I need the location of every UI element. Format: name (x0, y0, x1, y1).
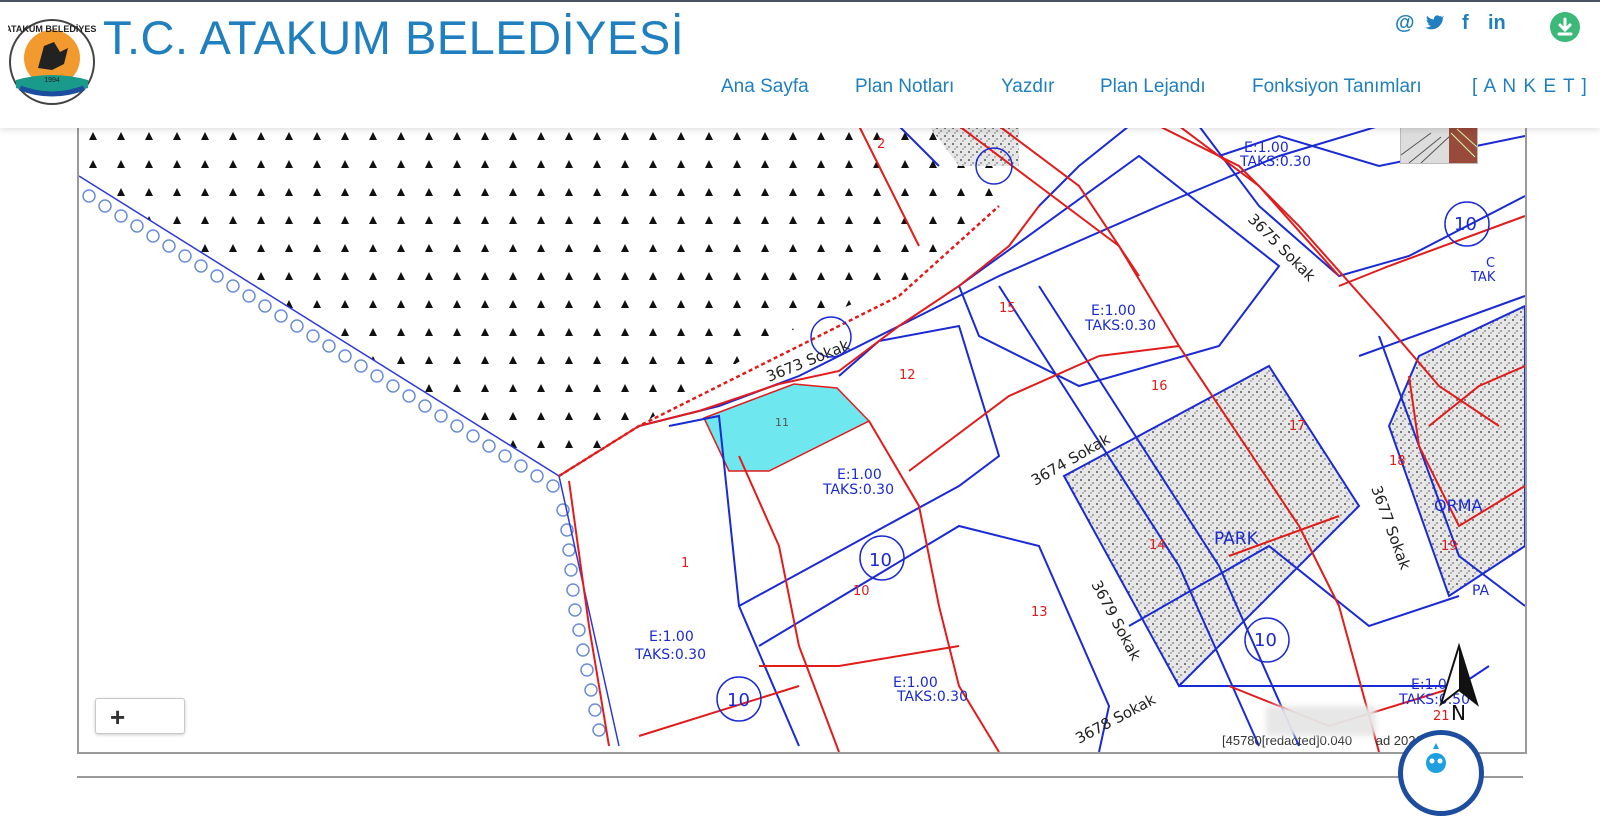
svg-text:2: 2 (877, 137, 885, 152)
svg-text:13: 13 (1031, 605, 1048, 620)
svg-text:15: 15 (999, 301, 1016, 316)
svg-text:18: 18 (1389, 454, 1406, 469)
svg-text:N: N (1451, 701, 1466, 725)
nav-print[interactable]: Yazdır (1001, 76, 1055, 98)
logo-year: 1994 (44, 77, 60, 84)
nav-home[interactable]: Ana Sayfa (721, 76, 809, 98)
overview-map-thumbnail[interactable] (1400, 126, 1478, 164)
svg-text:12: 12 (899, 368, 916, 383)
svg-text:16: 16 (1151, 379, 1168, 394)
street-label-3678: 3678 Sokak (1072, 690, 1158, 747)
download-icon[interactable] (1550, 12, 1580, 42)
svg-text:10: 10 (1254, 630, 1277, 651)
linkedin-icon[interactable]: in (1488, 12, 1506, 35)
nav-plan-legend[interactable]: Plan Lejandı (1100, 76, 1206, 98)
svg-text:10: 10 (727, 690, 750, 711)
chat-assistant-icon[interactable] (1398, 730, 1484, 816)
svg-text:10: 10 (869, 550, 892, 571)
svg-text:TAK: TAK (1470, 270, 1496, 285)
svg-text:TAKS:0.30: TAKS:0.30 (1084, 318, 1156, 334)
zoning-map-canvas[interactable]: 10 10 10 10 3673 Sokak 3674 Sokak 3675 S… (79, 126, 1525, 752)
svg-text:10: 10 (853, 584, 870, 599)
coordinate-redaction (1266, 706, 1376, 736)
forest-area (79, 126, 1019, 476)
svg-text:E:1.00: E:1.00 (1091, 303, 1136, 319)
nav-function-definitions[interactable]: Fonksiyon Tanımları (1252, 76, 1422, 98)
street-label-3677: 3677 Sokak (1367, 483, 1414, 572)
svg-text:21: 21 (1433, 709, 1450, 724)
site-header: ATAKUM BELEDİYESİ 1994 T.C. ATAKUM BELED… (0, 2, 1600, 128)
svg-text:E:1.00: E:1.00 (649, 629, 694, 645)
nav-survey[interactable]: [ A N K E T ] (1472, 76, 1588, 98)
svg-text:TAKS:0.30: TAKS:0.30 (1239, 154, 1311, 170)
at-icon[interactable]: @ (1395, 12, 1415, 35)
svg-text:19: 19 (1441, 539, 1458, 554)
svg-text:C: C (1486, 256, 1495, 271)
svg-text:14: 14 (1149, 538, 1166, 553)
svg-text:TAKS:0.30: TAKS:0.30 (896, 689, 968, 705)
svg-text:PA: PA (1472, 583, 1490, 599)
twitter-icon[interactable] (1424, 12, 1445, 37)
zoom-in-button[interactable]: + (95, 698, 185, 734)
svg-text:E:1.00: E:1.00 (837, 467, 882, 483)
nav-plan-notes[interactable]: Plan Notları (855, 76, 954, 98)
facebook-icon[interactable]: f (1462, 12, 1469, 35)
svg-text:11: 11 (775, 416, 789, 429)
svg-text:1: 1 (681, 556, 689, 571)
zoning-map[interactable]: 10 10 10 10 3673 Sokak 3674 Sokak 3675 S… (77, 126, 1527, 754)
svg-text:TAKS:0.30: TAKS:0.30 (822, 482, 894, 498)
logo-ring-text: ATAKUM BELEDİYESİ (8, 24, 96, 34)
municipality-logo: ATAKUM BELEDİYESİ 1994 (8, 19, 96, 105)
svg-text:10: 10 (1454, 214, 1477, 235)
site-title[interactable]: T.C. ATAKUM BELEDİYESİ (103, 10, 684, 65)
svg-text:TAKS:0.30: TAKS:0.30 (634, 647, 706, 663)
svg-text:17: 17 (1289, 419, 1306, 434)
park-label: PARK (1214, 529, 1259, 549)
forest-label: ORMA (1434, 496, 1483, 515)
